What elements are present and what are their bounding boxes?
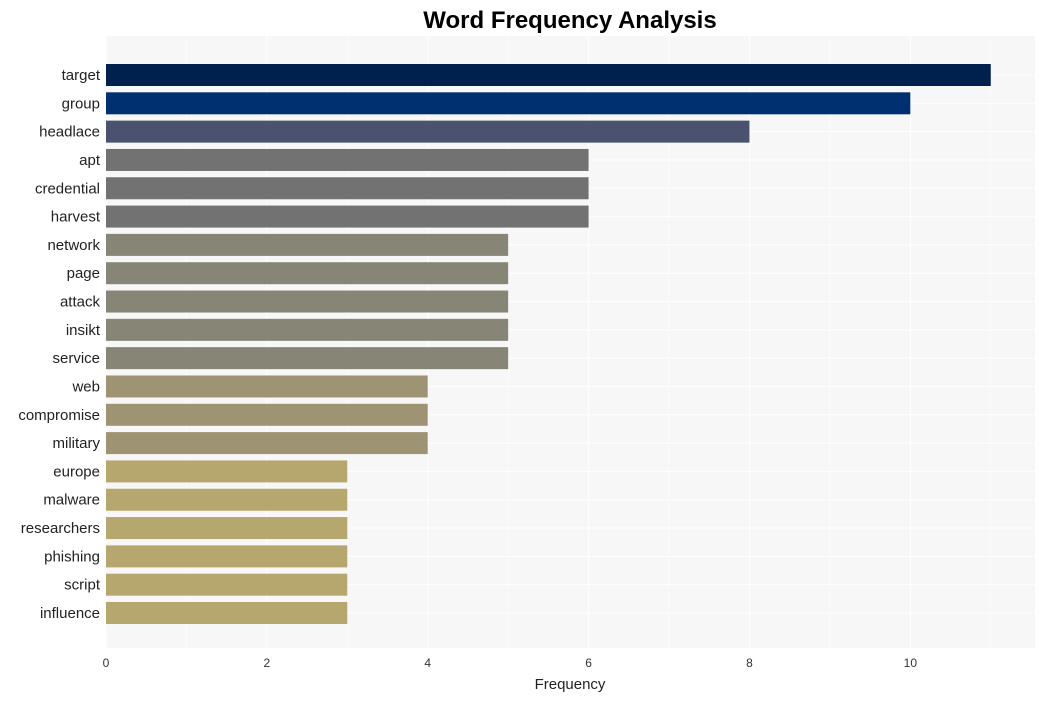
category-label-target: target xyxy=(62,67,101,84)
bar-military xyxy=(106,432,428,455)
category-label-attack: attack xyxy=(60,294,101,311)
category-label-credential: credential xyxy=(35,180,100,197)
category-label-service: service xyxy=(52,350,100,367)
x-tick-label-8: 8 xyxy=(746,656,753,670)
bar-compromise xyxy=(106,403,428,426)
bar-group xyxy=(106,92,911,115)
category-label-researchers: researchers xyxy=(21,520,100,537)
category-label-phishing: phishing xyxy=(44,548,100,565)
bar-insikt xyxy=(106,318,509,341)
x-tick-label-6: 6 xyxy=(585,656,592,670)
bar-attack xyxy=(106,290,509,313)
category-label-harvest: harvest xyxy=(51,209,101,226)
category-label-group: group xyxy=(62,95,100,112)
category-label-compromise: compromise xyxy=(18,407,100,424)
category-label-web: web xyxy=(71,378,100,395)
bar-headlace xyxy=(106,120,750,143)
x-tick-label-2: 2 xyxy=(264,656,271,670)
chart: target group headlace apt credential harvest n… xyxy=(18,7,1035,693)
x-axis-title: Frequency xyxy=(535,676,606,693)
bar-target xyxy=(106,64,991,86)
bar-script xyxy=(106,573,348,596)
category-labels: target group headlace apt credential harvest n… xyxy=(18,67,101,622)
x-tick-labels: 0 2 4 6 8 10 xyxy=(103,656,918,670)
bar-harvest xyxy=(106,205,589,228)
bar-phishing xyxy=(106,545,348,568)
bar-network xyxy=(106,233,509,256)
category-label-europe: europe xyxy=(53,463,100,480)
category-label-apt: apt xyxy=(79,152,101,169)
x-tick-label-4: 4 xyxy=(424,656,431,670)
category-label-malware: malware xyxy=(43,492,100,509)
x-tick-label-10: 10 xyxy=(904,656,918,670)
category-label-headlace: headlace xyxy=(39,124,100,141)
category-label-insikt: insikt xyxy=(66,322,101,339)
category-label-page: page xyxy=(67,265,100,282)
bar-malware xyxy=(106,488,348,511)
category-label-military: military xyxy=(53,435,101,452)
bar-web xyxy=(106,375,428,398)
bar-service xyxy=(106,347,509,370)
category-label-network: network xyxy=(47,237,100,254)
bar-page xyxy=(106,262,509,285)
bar-credential xyxy=(106,177,589,200)
category-label-script: script xyxy=(64,577,101,594)
bar-influence xyxy=(106,602,348,624)
bar-researchers xyxy=(106,517,348,540)
chart-title: Word Frequency Analysis xyxy=(423,7,716,34)
x-tick-label-0: 0 xyxy=(103,656,110,670)
category-label-influence: influence xyxy=(40,605,100,622)
bar-europe xyxy=(106,460,348,483)
bar-apt xyxy=(106,148,589,171)
